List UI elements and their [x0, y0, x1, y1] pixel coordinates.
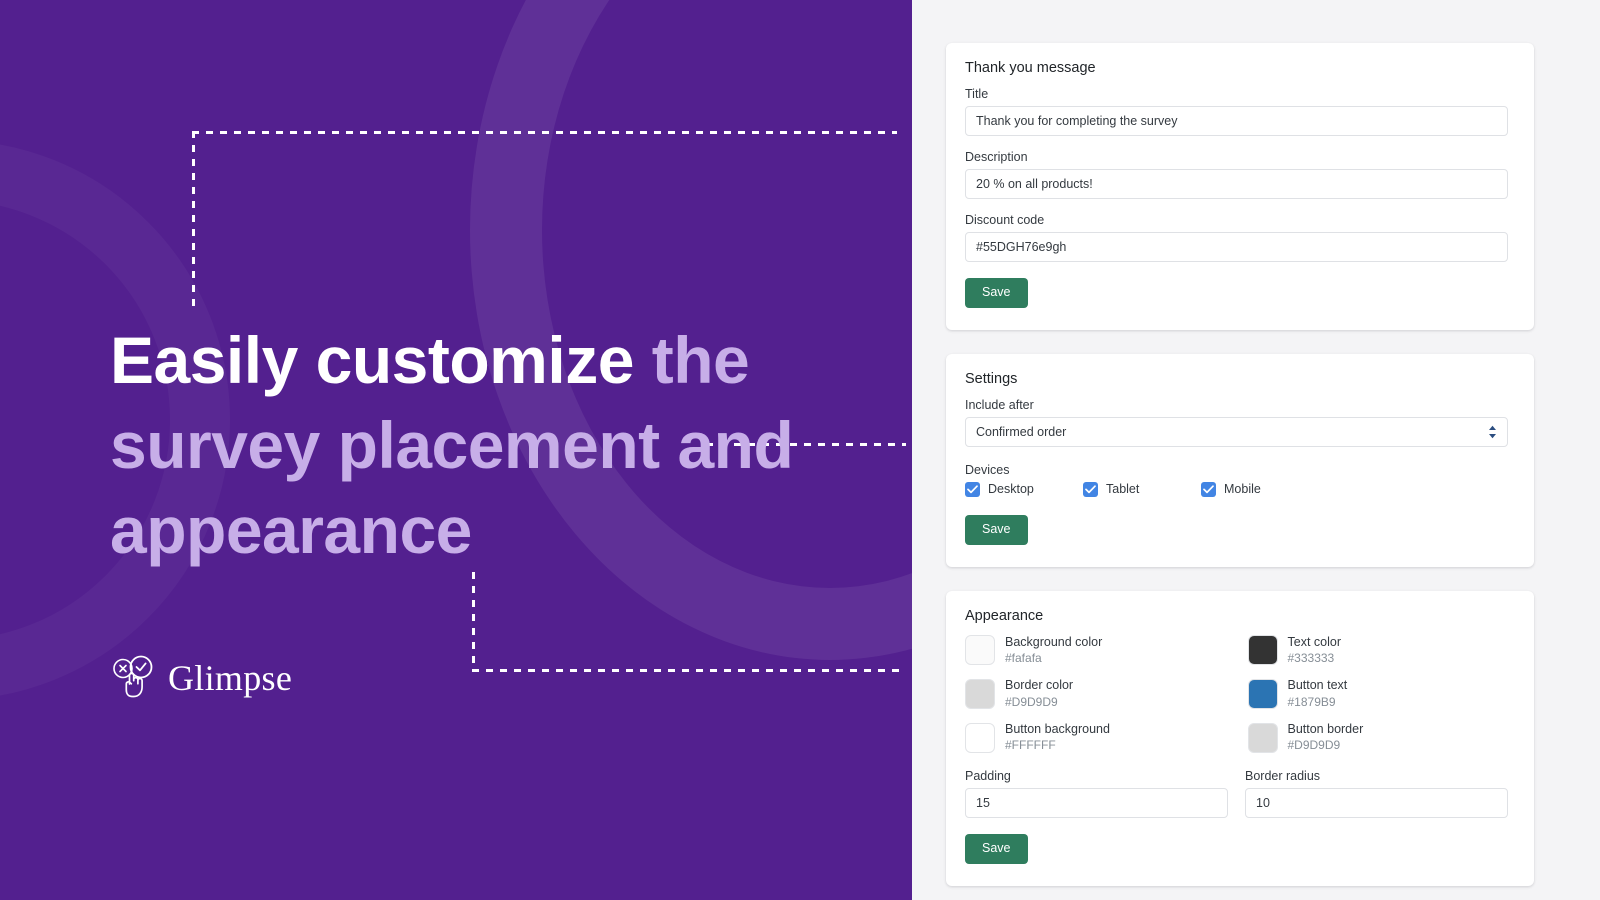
- padding-label: Padding: [965, 769, 1011, 784]
- color-hex-value: #D9D9D9: [1287, 738, 1341, 753]
- checkbox-checked-icon[interactable]: [1201, 481, 1216, 497]
- include-after-label: Include after: [965, 397, 1034, 412]
- description-input[interactable]: 20 % on all products!: [965, 169, 1508, 199]
- device-label-tablet: Tablet: [1106, 482, 1140, 497]
- numeric-settings-grid: Padding 15 Border radius 10: [965, 769, 1508, 819]
- checkbox-checked-icon[interactable]: [1083, 481, 1098, 497]
- devices-label: Devices: [965, 462, 1010, 477]
- color-label: Button border: [1287, 721, 1364, 736]
- padding-input[interactable]: 15: [965, 788, 1228, 819]
- color-item-button-text[interactable]: Button text #1879B9: [1247, 678, 1509, 710]
- color-hex-value: #fafafa: [1005, 651, 1042, 666]
- color-label: Button background: [1005, 721, 1110, 736]
- title-field-label: Title: [965, 87, 989, 101]
- title-input[interactable]: Thank you for completing the survey: [965, 106, 1508, 136]
- device-label-desktop: Desktop: [988, 482, 1034, 497]
- appearance-card: Appearance Background color #fafafa Text…: [946, 590, 1534, 887]
- color-hex-value: #FFFFFF: [1005, 738, 1056, 753]
- settings-panel: Thank you message Title Thank you for co…: [912, 0, 1600, 900]
- device-checkbox-mobile[interactable]: Mobile: [1201, 481, 1319, 497]
- appearance-save-button[interactable]: Save: [965, 834, 1028, 865]
- thank-you-message-card: Thank you message Title Thank you for co…: [946, 43, 1534, 330]
- color-label: Button text: [1287, 678, 1348, 693]
- hero-panel: Easily customize the survey placement an…: [0, 0, 912, 900]
- color-settings-grid: Background color #fafafa Text color #333…: [965, 635, 1508, 754]
- hero-content: Easily customize the survey placement an…: [110, 318, 830, 573]
- hero-headline-strong: Easily customize: [110, 323, 634, 397]
- dashed-line-bottom-horizontal: [472, 669, 904, 672]
- device-label-mobile: Mobile: [1224, 482, 1261, 497]
- border-radius-input[interactable]: 10: [1245, 788, 1508, 819]
- color-item-button-background[interactable]: Button background #FFFFFF: [965, 722, 1226, 754]
- border-radius-label: Border radius: [1245, 769, 1321, 784]
- color-item-text-color[interactable]: Text color #333333: [1247, 634, 1509, 667]
- color-swatch[interactable]: [1247, 635, 1278, 666]
- color-label: Text color: [1287, 634, 1342, 649]
- appearance-card-title: Appearance: [965, 607, 1044, 624]
- color-hex-value: #333333: [1287, 651, 1335, 666]
- brand-logo: Glimpse: [110, 655, 292, 701]
- dashed-line-top-vertical: [192, 131, 195, 313]
- settings-card-title: Settings: [965, 370, 1018, 387]
- color-swatch[interactable]: [965, 678, 995, 709]
- device-checkbox-desktop[interactable]: Desktop: [965, 481, 1083, 497]
- include-after-select[interactable]: Confirmed order: [965, 416, 1508, 447]
- color-item-border-color[interactable]: Border color #D9D9D9: [965, 678, 1226, 710]
- color-swatch[interactable]: [965, 722, 995, 753]
- color-swatch[interactable]: [965, 635, 995, 666]
- dashed-line-top-horizontal: [192, 131, 897, 134]
- color-hex-value: #1879B9: [1287, 694, 1336, 709]
- color-label: Border color: [1005, 678, 1074, 693]
- devices-checkbox-row: Desktop Tablet Mobile: [965, 481, 1508, 497]
- color-swatch[interactable]: [1247, 678, 1278, 709]
- color-hex-value: #D9D9D9: [1005, 694, 1058, 709]
- thank-you-card-title: Thank you message: [965, 60, 1096, 76]
- device-checkbox-tablet[interactable]: Tablet: [1083, 481, 1201, 497]
- settings-save-button[interactable]: Save: [965, 514, 1028, 545]
- hero-headline: Easily customize the survey placement an…: [110, 318, 830, 573]
- page-root: Easily customize the survey placement an…: [0, 0, 1600, 900]
- color-label: Background color: [1005, 634, 1103, 649]
- discount-code-field-label: Discount code: [965, 213, 1045, 227]
- padding-field-group: Padding 15: [965, 769, 1228, 819]
- color-swatch[interactable]: [1247, 722, 1278, 753]
- discount-code-input[interactable]: #55DGH76e9gh: [965, 232, 1508, 262]
- include-after-select-wrapper[interactable]: Confirmed order: [965, 416, 1508, 447]
- checkbox-checked-icon[interactable]: [965, 481, 980, 497]
- border-radius-field-group: Border radius 10: [1245, 769, 1508, 819]
- color-item-background-color[interactable]: Background color #fafafa: [965, 635, 1226, 667]
- settings-card: Settings Include after Confirmed order D…: [946, 353, 1534, 567]
- color-item-button-border[interactable]: Button border #D9D9D9: [1247, 721, 1509, 754]
- brand-name: Glimpse: [168, 658, 293, 698]
- chevron-updown-icon[interactable]: [1488, 425, 1497, 439]
- description-field-label: Description: [965, 150, 1028, 164]
- thank-you-save-button[interactable]: Save: [965, 278, 1028, 308]
- hand-pointer-approve-reject-icon: [113, 655, 153, 698]
- dashed-line-bottom-vertical: [472, 572, 475, 672]
